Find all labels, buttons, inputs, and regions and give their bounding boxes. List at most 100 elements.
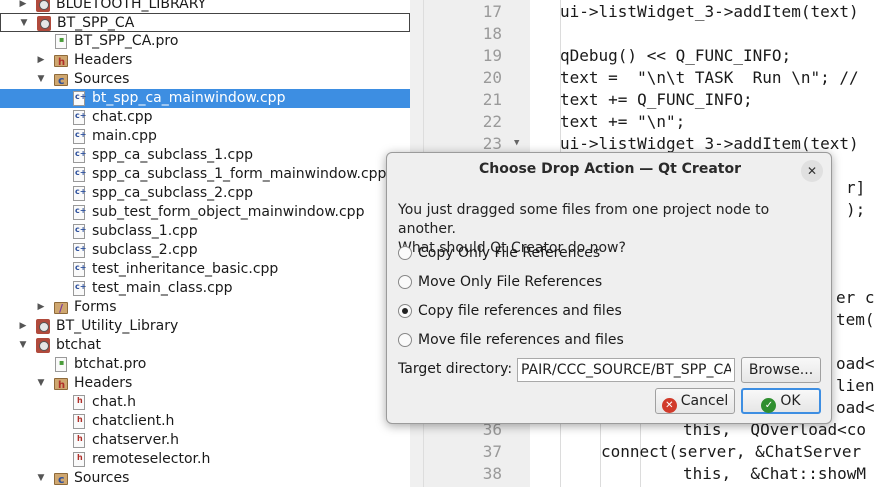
code-line-17: ui->listWidget_3->addItem(text): [560, 2, 859, 21]
chevron-right-icon[interactable]: ▶: [17, 0, 29, 14]
tree-item-label: main.cpp: [92, 128, 157, 144]
tree-item-spp-ca-subclass-1-cpp[interactable]: spp_ca_subclass_1.cpp: [0, 144, 410, 165]
tree-item-test-main-class-cpp[interactable]: test_main_class.cpp: [0, 277, 410, 298]
code-line-29: tem(t: [836, 310, 874, 329]
target-directory-input[interactable]: [517, 358, 735, 382]
tree-item-label: BT_Utility_Library: [56, 318, 179, 334]
chevron-down-icon[interactable]: ▼: [17, 336, 29, 355]
h-file-icon: [73, 391, 85, 410]
code-line-22: text += "\n";: [560, 112, 686, 131]
dialog-title: Choose Drop Action — Qt Creator: [479, 161, 741, 177]
tree-item-remoteselector-h[interactable]: remoteselector.h: [0, 448, 410, 469]
option-label: Copy Only File References: [418, 245, 601, 261]
forms-folder-icon: [54, 299, 68, 318]
tree-item-label: test_inheritance_basic.cpp: [92, 261, 279, 277]
chevron-right-icon[interactable]: ▶: [35, 298, 47, 317]
browse-button[interactable]: Browse...: [741, 357, 821, 383]
tree-item-bluetooth-library[interactable]: ▶ BLUETOOTH_LIBRARY: [0, 0, 410, 14]
radio-button[interactable]: [398, 246, 412, 260]
tree-item-main-cpp[interactable]: main.cpp: [0, 125, 410, 146]
tree-item-label: spp_ca_subclass_1.cpp: [92, 147, 253, 163]
line-number: 19: [482, 46, 502, 65]
tree-item-headers[interactable]: ▶ Headers: [0, 51, 410, 72]
tree-item-chatclient-h[interactable]: chatclient.h: [0, 410, 410, 431]
tree-item-chat-cpp[interactable]: chat.cpp: [0, 106, 410, 127]
cpp-file-icon: [73, 125, 86, 144]
choose-drop-action-dialog: Choose Drop Action — Qt Creator ✕ You ju…: [386, 152, 832, 424]
line-number: 22: [482, 112, 502, 131]
fold-marker-icon[interactable]: ▼: [514, 138, 524, 148]
tree-item-sources[interactable]: ▼ Sources: [0, 70, 410, 90]
tree-item-spp-ca-subclass-2-cpp[interactable]: spp_ca_subclass_2.cpp: [0, 182, 410, 203]
tree-item-spp-ca-subclass-1-form-mainwindow-cpp[interactable]: spp_ca_subclass_1_form_mainwindow.cpp: [0, 163, 410, 184]
chevron-down-icon[interactable]: ▼: [18, 14, 30, 33]
tree-item-btchat-headers[interactable]: ▼ Headers: [0, 374, 410, 395]
cancel-button[interactable]: ✕ Cancel: [655, 388, 735, 414]
code-line-32: lient: [836, 376, 874, 395]
tree-item-subclass-1-cpp[interactable]: subclass_1.cpp: [0, 220, 410, 241]
tree-item-label: chatserver.h: [92, 432, 179, 448]
chevron-right-icon[interactable]: ▶: [35, 51, 47, 70]
close-icon[interactable]: ✕: [801, 160, 823, 182]
tree-item-label: BT_SPP_CA: [57, 15, 135, 31]
tree-item-btchat-sources[interactable]: ▼ Sources: [0, 469, 410, 487]
project-icon: [36, 338, 50, 353]
h-file-icon: [73, 429, 85, 448]
cpp-file-icon: [73, 144, 86, 163]
cpp-file-icon: [73, 182, 86, 201]
tree-item-sub-test-form-object-mainwindow-cpp[interactable]: sub_test_form_object_mainwindow.cpp: [0, 201, 410, 222]
code-line-19: qDebug() << Q_FUNC_INFO;: [560, 46, 792, 65]
tree-item-chatserver-h[interactable]: chatserver.h: [0, 429, 410, 450]
tree-item-label: Forms: [74, 299, 117, 315]
tree-item-label: sub_test_form_object_mainwindow.cpp: [92, 204, 365, 220]
chevron-down-icon[interactable]: ▼: [35, 374, 47, 393]
code-line-37: connect(server, &ChatServer: [601, 442, 862, 461]
line-number: 38: [482, 464, 502, 483]
option-label: Move Only File References: [418, 274, 603, 290]
tree-item-label: Sources: [74, 470, 130, 486]
code-line-33: oad<c: [836, 398, 874, 417]
tree-item-test-inheritance-basic-cpp[interactable]: test_inheritance_basic.cpp: [0, 258, 410, 279]
chevron-down-icon[interactable]: ▼: [35, 70, 47, 89]
radio-button[interactable]: [398, 333, 412, 347]
radio-button-checked[interactable]: [398, 304, 412, 318]
line-number: 21: [482, 90, 502, 109]
radio-button[interactable]: [398, 275, 412, 289]
cpp-file-icon: [73, 163, 86, 182]
line-number: 37: [482, 442, 502, 461]
code-line-28: er co: [836, 288, 874, 307]
line-number: 17: [482, 2, 502, 21]
ok-button[interactable]: ✓ OK: [741, 388, 821, 414]
dialog-message-line-1: You just dragged some files from one pro…: [398, 202, 770, 237]
line-number: 18: [482, 24, 502, 43]
tree-item-label: subclass_2.cpp: [92, 242, 198, 258]
chevron-down-icon[interactable]: ▼: [35, 469, 47, 487]
tree-item-label: chat.cpp: [92, 109, 153, 125]
cpp-file-icon: [73, 258, 86, 277]
h-file-icon: [73, 410, 85, 429]
tree-item-btchat-pro[interactable]: btchat.pro: [0, 353, 410, 374]
headers-folder-icon: [54, 53, 68, 72]
code-line-21: text += Q_FUNC_INFO;: [560, 90, 753, 109]
cpp-file-icon: [73, 201, 86, 220]
project-icon: [36, 0, 50, 12]
sources-folder-icon: [54, 470, 68, 487]
tree-item-subclass-2-cpp[interactable]: subclass_2.cpp: [0, 239, 410, 260]
tree-item-bt-spp-ca-mainwindow-cpp[interactable]: bt_spp_ca_mainwindow.cpp: [0, 87, 410, 108]
tree-item-label: chatclient.h: [92, 413, 175, 429]
tree-item-bt-utility-library[interactable]: ▶ BT_Utility_Library: [0, 317, 410, 336]
tree-item-chat-h[interactable]: chat.h: [0, 391, 410, 412]
tree-item-label: test_main_class.cpp: [92, 280, 233, 296]
tree-item-label: BT_SPP_CA.pro: [74, 33, 179, 49]
tree-item-label: Headers: [74, 375, 133, 391]
tree-item-bt-spp-ca-pro[interactable]: BT_SPP_CA.pro: [0, 30, 410, 51]
chevron-right-icon[interactable]: ▶: [17, 317, 29, 336]
cancel-button-label: Cancel: [680, 393, 729, 409]
h-file-icon: [73, 448, 85, 467]
code-line-24: r]: [846, 178, 866, 197]
project-icon: [36, 319, 50, 334]
cpp-file-icon: [73, 220, 86, 239]
tree-item-forms[interactable]: ▶ Forms: [0, 298, 410, 318]
tree-item-label: Headers: [74, 52, 133, 68]
code-line-25: );: [846, 200, 866, 219]
